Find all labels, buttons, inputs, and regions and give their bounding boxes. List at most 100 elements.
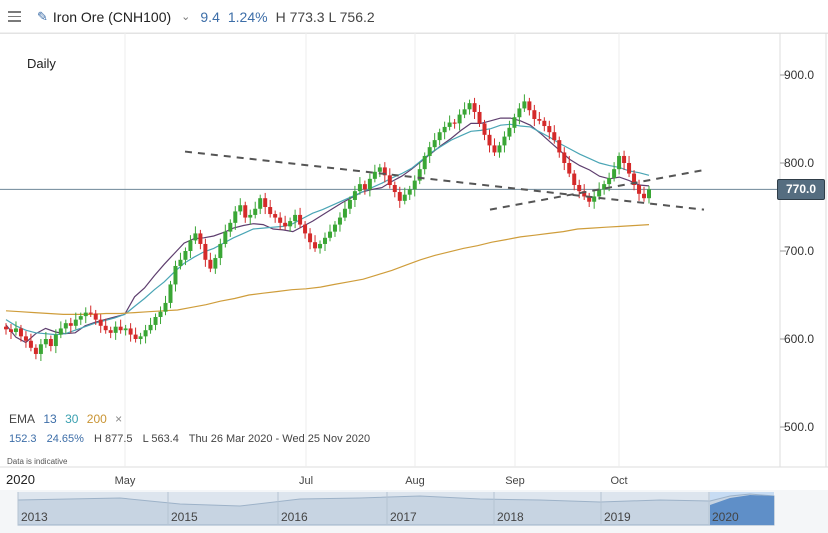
candle — [188, 235, 193, 259]
candle-body — [522, 101, 527, 109]
candle — [133, 327, 138, 343]
ema-200-line — [5, 224, 650, 315]
candle-body — [547, 126, 552, 133]
candle — [457, 109, 462, 131]
candle — [557, 136, 562, 158]
candle — [452, 119, 457, 129]
candle — [268, 199, 273, 218]
candle-body — [567, 163, 572, 174]
candle-body — [13, 328, 18, 332]
candle — [497, 141, 502, 158]
candle — [627, 155, 632, 178]
candle-body — [412, 180, 417, 190]
y-tick-label: 500.0 — [784, 420, 814, 434]
candle-body — [492, 145, 497, 153]
candle — [248, 209, 253, 225]
candle — [617, 152, 622, 175]
candle-body — [427, 147, 432, 156]
candle-body — [248, 214, 253, 218]
candle — [243, 201, 248, 223]
ema-13-line — [5, 117, 650, 344]
candle-body — [283, 222, 288, 227]
candle — [293, 209, 298, 229]
candle-body — [532, 110, 537, 119]
candle-body — [238, 205, 243, 212]
candle-body — [362, 184, 367, 190]
candle-body — [68, 323, 73, 326]
candle-body — [178, 259, 183, 266]
candle — [108, 326, 113, 339]
candle-body — [447, 122, 452, 127]
candle-body — [437, 132, 442, 141]
candle-body — [8, 329, 13, 332]
candle — [233, 206, 238, 230]
candle — [422, 152, 427, 175]
range-percent: 24.65% — [46, 433, 84, 445]
candle — [527, 97, 532, 116]
candle — [327, 224, 332, 242]
candle-body — [622, 155, 627, 163]
candle — [58, 321, 63, 339]
candle-body — [298, 214, 303, 225]
range-dates: Thu 26 Mar 2020 - Wed 25 Nov 2020 — [188, 433, 371, 445]
candle — [542, 117, 547, 132]
candle-body — [123, 328, 128, 331]
candle — [283, 215, 288, 230]
candle-body — [293, 214, 298, 222]
candle-body — [557, 140, 562, 153]
price-chart[interactable]: May Jul Aug Sep Oct 500.0 600.0 700.0 800.0 900.0… — [0, 0, 828, 533]
candle-body — [372, 171, 377, 179]
close-icon[interactable]: × — [115, 412, 122, 426]
candle — [572, 170, 577, 191]
candle — [467, 99, 472, 115]
candle — [223, 224, 228, 248]
candle — [407, 185, 412, 200]
range-value: 152.3 — [9, 433, 37, 445]
candle-body — [263, 198, 268, 207]
x-tick-label: May — [115, 475, 136, 487]
candle-body — [143, 330, 148, 337]
candle-body — [482, 123, 487, 135]
range-stats: 152.3 24.65% H 877.5 L 563.4 Thu 26 Mar … — [9, 433, 377, 445]
candle-body — [377, 167, 382, 172]
candle-body — [308, 233, 313, 243]
candle — [128, 323, 133, 342]
y-tick-label: 700.0 — [784, 244, 814, 258]
navigator-year-label: 2017 — [390, 510, 417, 524]
ema-30-line — [5, 123, 650, 336]
candle-body — [432, 140, 437, 148]
ema-legend[interactable]: EMA 13 30 200 × — [9, 412, 127, 426]
candle-body — [617, 155, 622, 170]
candle-body — [163, 302, 168, 312]
candle — [113, 321, 118, 340]
candle — [68, 317, 73, 333]
candle-body — [203, 243, 208, 260]
ema-200-label: 200 — [86, 412, 107, 426]
navigator-year-label: 2020 — [712, 510, 739, 524]
candle-body — [188, 240, 193, 251]
candle — [492, 138, 497, 156]
ema-label: EMA — [9, 412, 36, 426]
candle — [168, 280, 173, 309]
candle-body — [502, 136, 507, 146]
candle-body — [487, 134, 492, 146]
candle-body — [477, 111, 482, 124]
candle-body — [58, 328, 63, 335]
candle — [382, 162, 387, 183]
x-tick-label: Oct — [610, 475, 627, 487]
candle-body — [108, 330, 113, 333]
candle-body — [347, 199, 352, 209]
candle-body — [243, 205, 248, 218]
candle — [437, 128, 442, 146]
current-price-tag: 770.0 — [777, 179, 825, 200]
candle — [138, 332, 143, 345]
candle — [308, 228, 313, 250]
period-label[interactable]: Daily — [27, 56, 56, 71]
candle-body — [512, 117, 517, 128]
candle — [502, 131, 507, 153]
candle — [632, 170, 637, 191]
candle-body — [332, 224, 337, 232]
candle-body — [387, 175, 392, 185]
navigator-year-label: 2018 — [497, 510, 524, 524]
candle-body — [73, 319, 78, 326]
